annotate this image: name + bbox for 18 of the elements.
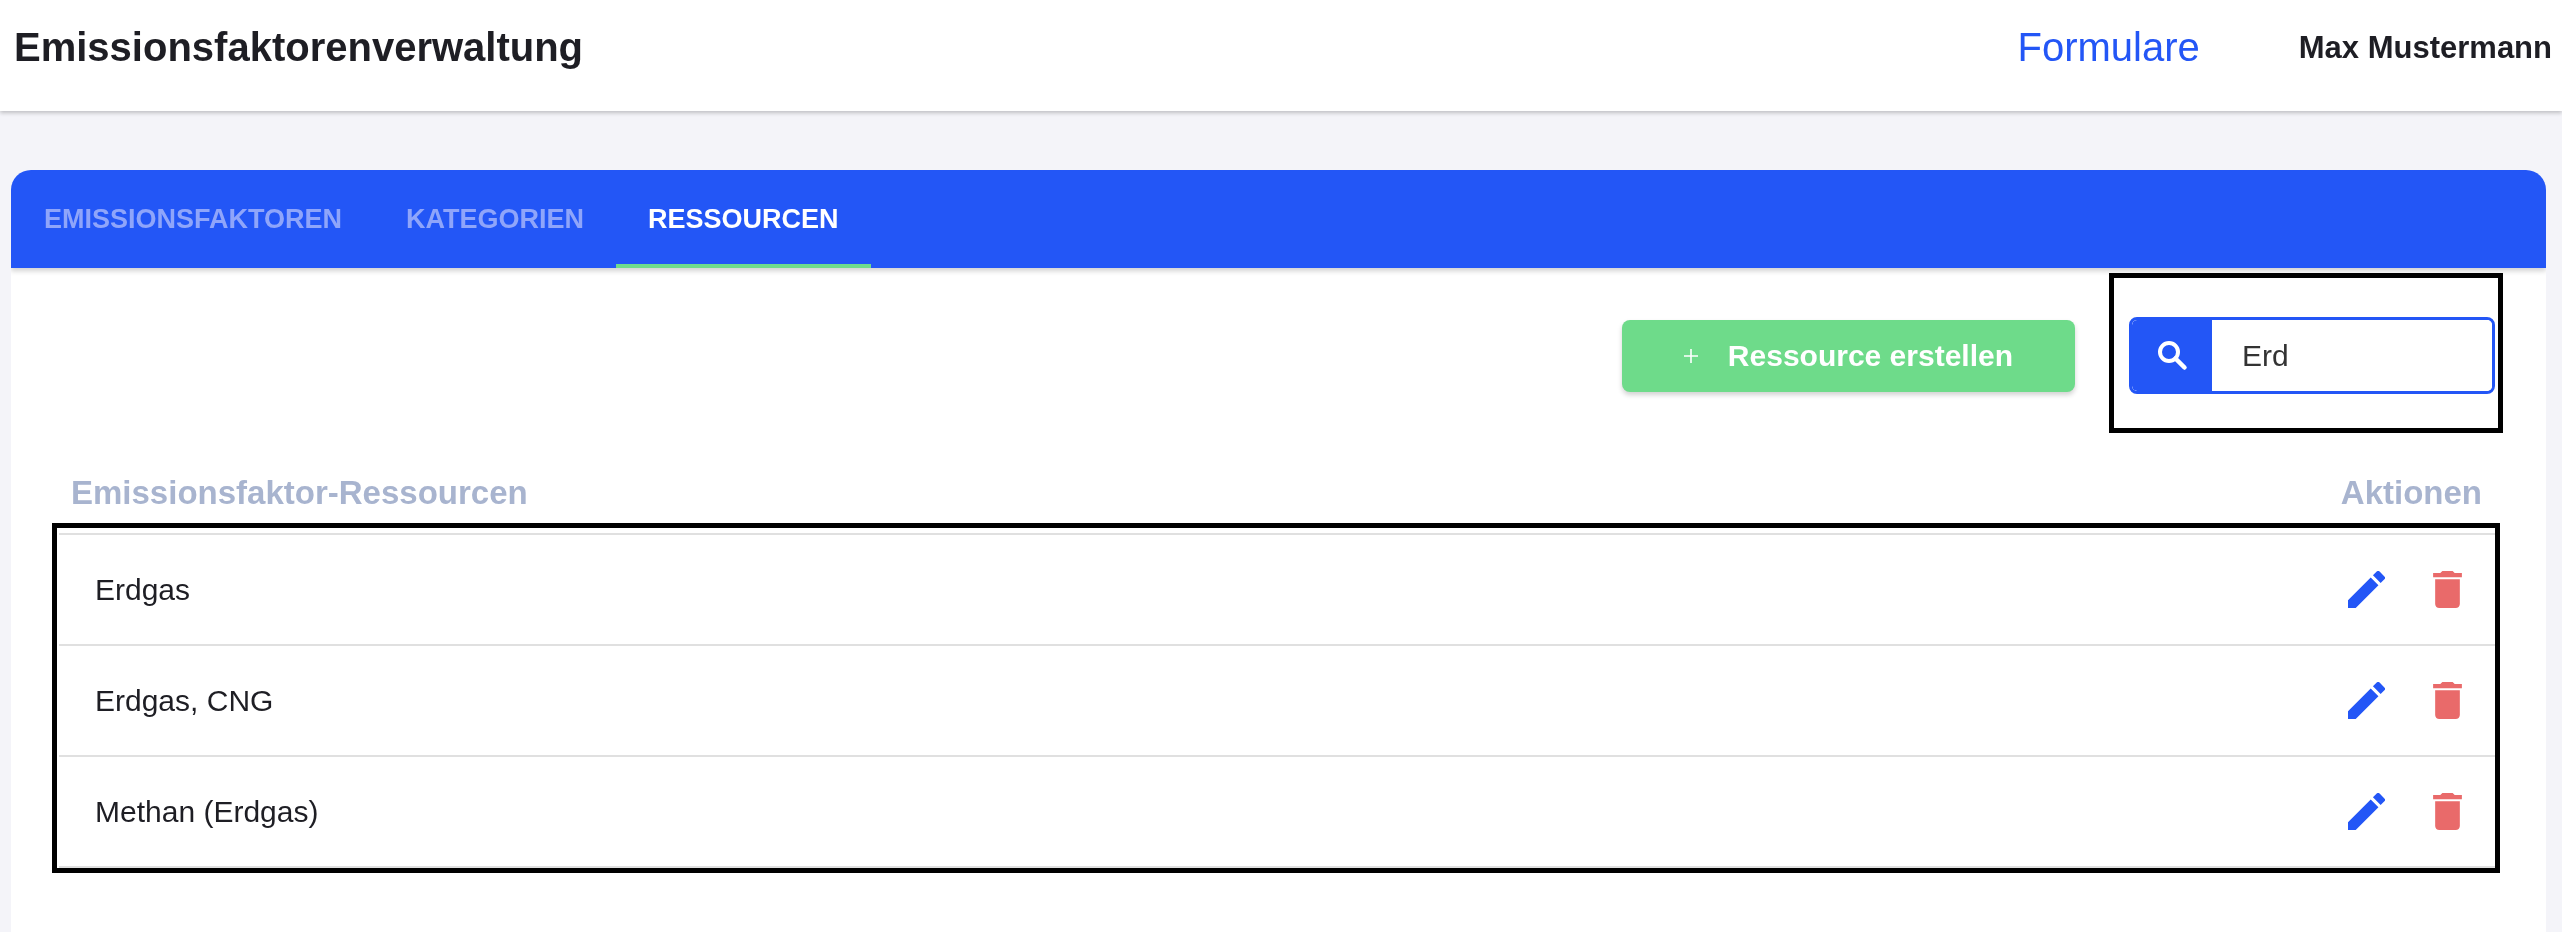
resource-name: Erdgas, CNG — [95, 683, 274, 718]
trash-icon[interactable] — [2433, 793, 2462, 830]
trash-icon[interactable] — [2433, 682, 2462, 719]
tab[interactable]: RESSOURCEN — [616, 170, 871, 268]
resource-name: Methan (Erdgas) — [95, 794, 319, 829]
user-name: Max Mustermann — [2298, 29, 2552, 67]
app-title: Emissionsfaktorenverwaltung — [14, 24, 584, 70]
resource-name: Erdgas — [95, 572, 191, 607]
column-header: Aktionen — [2340, 475, 2482, 511]
nav-link[interactable]: Formulare — [2017, 24, 2200, 70]
column-header: Emissionsfaktor-Ressourcen — [71, 475, 528, 511]
trash-icon[interactable] — [2433, 571, 2462, 608]
plus-icon — [1683, 349, 1698, 363]
pencil-icon[interactable] — [2348, 793, 2385, 830]
search-icon — [2132, 320, 2212, 391]
pencil-icon[interactable] — [2348, 682, 2385, 719]
search-field[interactable]: Erd — [2129, 317, 2495, 394]
pencil-icon[interactable] — [2348, 571, 2385, 608]
